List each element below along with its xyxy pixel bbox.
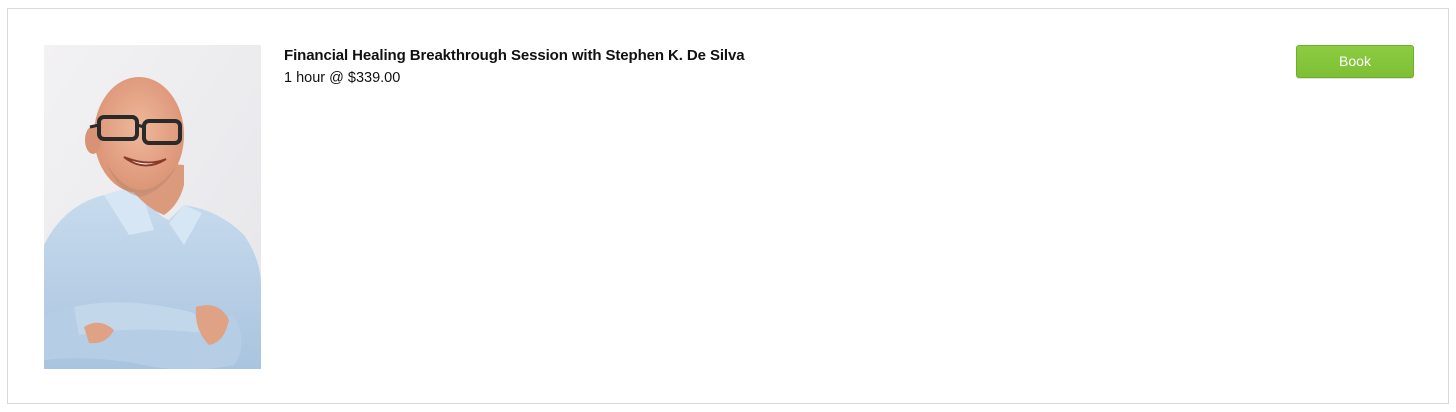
- book-button[interactable]: Book: [1296, 45, 1414, 78]
- portrait-image: [44, 45, 261, 369]
- service-title: Financial Healing Breakthrough Session w…: [284, 47, 745, 64]
- service-info: Financial Healing Breakthrough Session w…: [284, 47, 745, 87]
- service-duration-price: 1 hour @ $339.00: [284, 70, 401, 86]
- service-card: Financial Healing Breakthrough Session w…: [7, 8, 1449, 404]
- provider-photo: [44, 45, 261, 369]
